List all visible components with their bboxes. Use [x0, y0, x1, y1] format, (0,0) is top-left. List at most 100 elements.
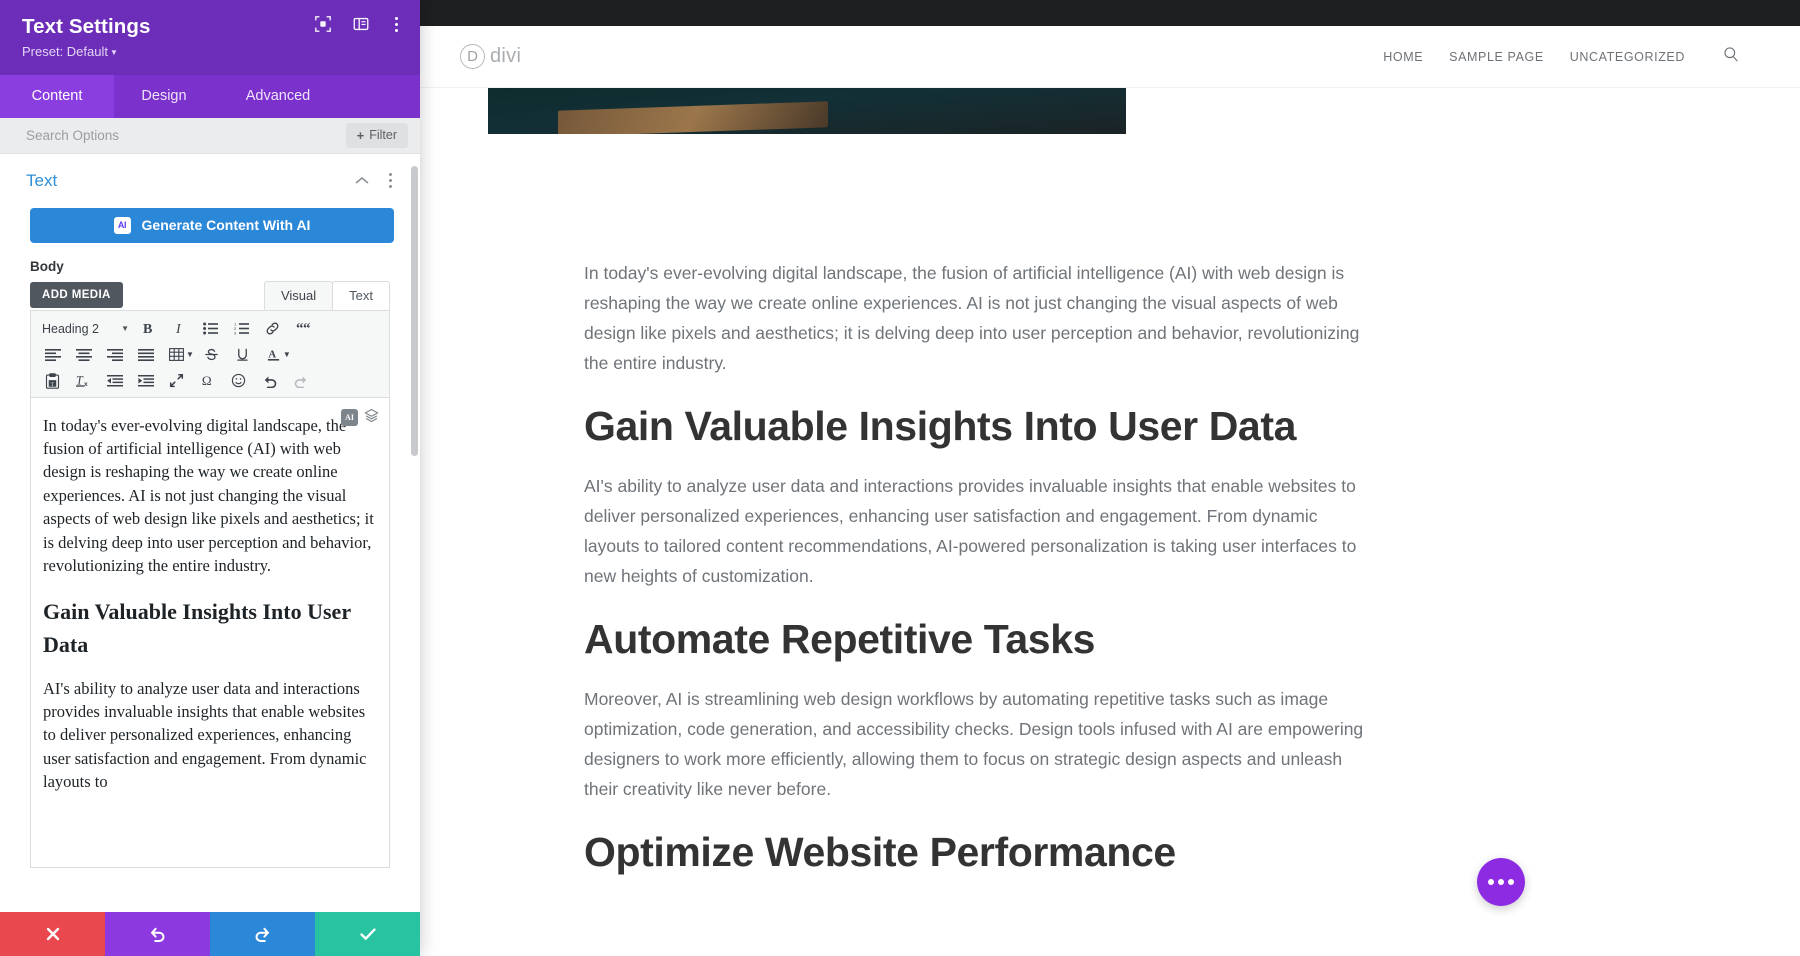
panel-body: Text AI Generate Content With AI Body AD…	[0, 153, 420, 912]
editor-toolbar: Heading 2 ▼ B I 1 2 3 “ “ ▼ A ▼ T T x Ω	[30, 309, 390, 398]
svg-text:3: 3	[234, 331, 237, 335]
bulleted-list-icon[interactable]	[195, 316, 226, 341]
plus-icon: +	[356, 127, 365, 143]
logo-mark-icon: D	[460, 44, 485, 69]
module-settings-panel: Text Settings Preset: Default ▼ Content …	[0, 0, 420, 956]
dot	[395, 22, 398, 26]
underline-icon[interactable]	[227, 342, 258, 367]
redo-button[interactable]	[210, 912, 315, 956]
check-icon	[359, 928, 376, 940]
panel-footer	[0, 912, 420, 956]
tab-advanced[interactable]: Advanced	[214, 75, 342, 118]
table-chevron-down-icon[interactable]: ▼	[186, 350, 194, 359]
editor-paragraph-2: AI's ability to analyze user data and in…	[43, 678, 367, 792]
clear-formatting-icon[interactable]: T x	[68, 368, 99, 393]
article-heading-1: Gain Valuable Insights Into User Data	[584, 403, 1296, 450]
toolbar-row-2: ▼ A ▼	[37, 342, 383, 368]
body-field-label: Body	[30, 258, 64, 274]
site-header: D divi HOME SAMPLE PAGE UNCATEGORIZED	[420, 26, 1800, 88]
tab-design[interactable]: Design	[114, 75, 214, 118]
undo-button[interactable]	[105, 912, 210, 956]
dot	[389, 185, 392, 189]
svg-text:B: B	[143, 322, 152, 336]
cancel-button[interactable]	[0, 912, 105, 956]
tab-text[interactable]: Text	[332, 280, 390, 310]
target-focus-icon[interactable]	[313, 14, 333, 34]
align-justify-icon[interactable]	[130, 342, 161, 367]
blockquote-icon[interactable]: “ “	[288, 316, 319, 341]
format-select[interactable]: Heading 2 ▼	[37, 316, 133, 341]
body-editor: ADD MEDIA Visual Text Heading 2 ▼ B I 1 …	[30, 280, 390, 868]
indent-icon[interactable]	[130, 368, 161, 393]
chevron-down-icon: ▼	[110, 47, 118, 57]
svg-text:I: I	[175, 322, 182, 336]
ai-badge-icon[interactable]: AI	[341, 408, 358, 426]
preset-label: Preset: Default	[22, 43, 108, 59]
numbered-list-icon[interactable]: 1 2 3	[226, 316, 257, 341]
chat-dot	[1508, 879, 1514, 885]
logo-text: divi	[490, 45, 522, 67]
svg-text:T: T	[76, 373, 84, 387]
filter-button[interactable]: + Filter	[345, 122, 408, 148]
search-options-bar: Search Options + Filter	[0, 117, 420, 154]
nav-item-sample-page[interactable]: SAMPLE PAGE	[1449, 50, 1544, 64]
bold-icon[interactable]: B	[133, 316, 164, 341]
editor-topbar: ADD MEDIA Visual Text	[30, 280, 390, 310]
panel-header-icons	[313, 14, 404, 34]
fullscreen-icon[interactable]	[161, 368, 192, 393]
nav-item-home[interactable]: HOME	[1383, 50, 1423, 64]
nav-item-uncategorized[interactable]: UNCATEGORIZED	[1570, 50, 1685, 64]
align-center-icon[interactable]	[68, 342, 99, 367]
align-right-icon[interactable]	[99, 342, 130, 367]
editor-mode-tabs: Visual Text	[263, 280, 390, 310]
chevron-up-icon[interactable]	[355, 174, 369, 187]
align-left-icon[interactable]	[37, 342, 68, 367]
dot	[395, 28, 398, 32]
tab-content[interactable]: Content	[0, 74, 114, 118]
text-color-chevron-down-icon[interactable]: ▼	[283, 350, 291, 359]
editor-content-area[interactable]: AI In today's ever-evolving digital land…	[30, 397, 390, 868]
preset-selector[interactable]: Preset: Default ▼	[22, 44, 398, 59]
add-media-button[interactable]: ADD MEDIA	[30, 281, 123, 308]
tab-visual[interactable]: Visual	[263, 280, 334, 310]
panel-scrollbar[interactable]	[411, 165, 418, 456]
section-title[interactable]: Text	[26, 171, 57, 191]
site-navigation: HOME SAMPLE PAGE UNCATEGORIZED	[1383, 46, 1740, 68]
page-preview: D divi HOME SAMPLE PAGE UNCATEGORIZED In…	[420, 0, 1800, 956]
site-logo[interactable]: D divi	[460, 44, 521, 69]
article-heading-2: Automate Repetitive Tasks	[584, 616, 1096, 663]
article-paragraph-3: Moreover, AI is streamlining web design …	[584, 688, 1364, 799]
panel-tabs: Content Design Advanced	[0, 74, 420, 118]
generate-ai-label: Generate Content With AI	[141, 217, 311, 234]
search-options-input[interactable]: Search Options	[26, 128, 119, 143]
chat-dots-icon[interactable]	[1477, 858, 1525, 906]
link-icon[interactable]	[257, 316, 288, 341]
italic-icon[interactable]: I	[164, 316, 195, 341]
layers-icon[interactable]	[364, 406, 379, 429]
layout-panel-icon[interactable]	[351, 14, 371, 34]
editor-heading-1: Gain Valuable Insights Into User Data	[43, 598, 351, 657]
ai-badge-icon: AI	[113, 216, 131, 234]
generate-content-with-ai-button[interactable]: AI Generate Content With AI	[30, 207, 394, 243]
close-icon	[46, 927, 59, 941]
app-root: D divi HOME SAMPLE PAGE UNCATEGORIZED In…	[0, 0, 1800, 956]
undo-icon[interactable]	[254, 368, 285, 393]
svg-text:A: A	[268, 348, 276, 360]
toolbar-row-1: Heading 2 ▼ B I 1 2 3 “ “	[37, 316, 383, 342]
more-vertical-icon[interactable]	[389, 15, 404, 34]
section-more-vertical-icon[interactable]	[383, 171, 398, 190]
emoji-icon[interactable]	[223, 368, 254, 393]
redo-icon[interactable]	[285, 368, 316, 393]
special-character-icon[interactable]: Ω	[192, 368, 223, 393]
chat-dot	[1498, 879, 1504, 885]
strikethrough-icon[interactable]	[196, 342, 227, 367]
svg-text:“: “	[303, 322, 311, 336]
paste-as-text-icon[interactable]: T	[37, 368, 68, 393]
save-button[interactable]	[315, 912, 420, 956]
redo-icon	[255, 927, 270, 942]
format-select-value: Heading 2	[42, 321, 99, 336]
dot	[395, 16, 398, 20]
outdent-icon[interactable]	[99, 368, 130, 393]
search-icon[interactable]	[1723, 46, 1740, 68]
svg-text:x: x	[84, 381, 88, 388]
